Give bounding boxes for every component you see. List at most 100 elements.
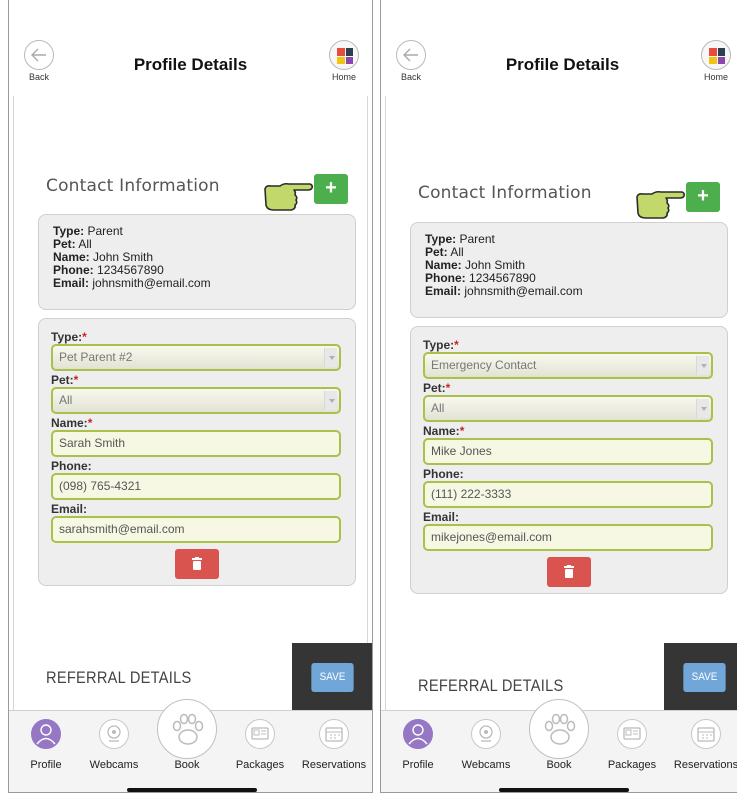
save-button[interactable]: SAVE: [683, 663, 726, 692]
profile-content: Contact Information + Type: Parent Pet: …: [385, 96, 737, 710]
new-contact-form: Type:* Pet Parent #2 Pet:* All Name:* Sa…: [38, 318, 356, 586]
tab-profile[interactable]: Profile: [11, 719, 81, 771]
id-card-icon: [245, 719, 275, 749]
home-button[interactable]: Home: [698, 40, 734, 82]
person-icon: [31, 719, 61, 749]
type-select[interactable]: Pet Parent #2: [51, 344, 341, 371]
pet-field-label: Pet:*: [423, 381, 451, 395]
paw-icon[interactable]: [529, 699, 589, 759]
phone-input[interactable]: (098) 765-4321: [51, 473, 341, 500]
paw-icon[interactable]: [157, 699, 217, 759]
new-contact-form: Type:* Emergency Contact Pet:* All Name:…: [410, 326, 728, 594]
app-logo-icon: [329, 40, 359, 70]
pointing-hand-icon: [636, 190, 686, 219]
summary-name-label: Name:: [53, 250, 90, 264]
required-mark: *: [82, 330, 87, 344]
save-bar: SAVE: [664, 643, 737, 710]
tab-label: Book: [546, 759, 572, 771]
add-contact-button[interactable]: +: [314, 174, 348, 204]
name-input[interactable]: Mike Jones: [423, 438, 713, 465]
add-contact-button[interactable]: +: [686, 182, 720, 212]
id-card-icon: [617, 719, 647, 749]
existing-contact-card: Type: Parent Pet: All Name: John Smith P…: [38, 214, 356, 310]
existing-contact-card: Type: Parent Pet: All Name: John Smith P…: [410, 222, 728, 318]
summary-name-label: Name:: [425, 258, 462, 272]
email-input[interactable]: mikejones@email.com: [423, 524, 713, 551]
tab-webcams[interactable]: Webcams: [79, 719, 149, 771]
pointing-hand-icon: [264, 182, 314, 211]
required-mark: *: [445, 381, 451, 395]
contact-information-title: Contact Information: [418, 183, 592, 203]
summary-phone-value: 1234567890: [469, 271, 536, 285]
webcam-icon: [471, 719, 501, 749]
summary-phone-value: 1234567890: [97, 263, 164, 277]
required-mark: *: [73, 373, 79, 387]
chevron-down-icon: [696, 399, 709, 418]
pet-select[interactable]: All: [423, 395, 713, 422]
phone-screen-emergency-contact: Back Profile Details Home Contact Inform…: [380, 0, 737, 793]
required-mark: *: [454, 338, 459, 352]
tab-label: Profile: [30, 759, 62, 771]
tab-webcams[interactable]: Webcams: [451, 719, 521, 771]
type-field-label: Type:*: [51, 330, 87, 344]
delete-contact-button[interactable]: [175, 549, 219, 579]
phone-input[interactable]: (111) 222-3333: [423, 481, 713, 508]
tab-reservations[interactable]: Reservations: [299, 719, 369, 771]
summary-pet-label: Pet:: [53, 237, 76, 251]
tab-label: Reservations: [673, 759, 737, 771]
home-button[interactable]: Home: [326, 40, 362, 82]
save-bar: SAVE: [292, 643, 372, 710]
page-title: Profile Details: [133, 55, 248, 74]
person-icon: [403, 719, 433, 749]
trash-icon: [192, 557, 202, 570]
summary-email-value: johnsmith@email.com: [92, 276, 211, 290]
summary-pet-value: All: [78, 237, 92, 251]
required-mark: *: [87, 416, 93, 430]
delete-contact-button[interactable]: [547, 557, 591, 587]
email-field-label: Email:: [423, 510, 460, 524]
summary-email-value: johnsmith@email.com: [464, 284, 583, 298]
trash-icon: [564, 565, 574, 578]
chevron-down-icon: [696, 356, 709, 375]
summary-email-label: Email:: [425, 284, 462, 298]
type-select[interactable]: Emergency Contact: [423, 352, 713, 379]
summary-type-value: Parent: [459, 232, 495, 246]
phone-field-label: Phone:: [51, 459, 92, 473]
save-button[interactable]: SAVE: [311, 663, 354, 692]
home-indicator: [127, 788, 257, 792]
home-label: Home: [703, 72, 728, 82]
referral-details-title: REFERRAL DETAILS: [418, 676, 564, 695]
tab-label: Packages: [607, 759, 657, 771]
referral-details-title: REFERRAL DETAILS: [46, 668, 192, 687]
tab-profile[interactable]: Profile: [383, 719, 453, 771]
bottom-tab-bar: Profile Webcams Book Packages Reservatio…: [381, 699, 737, 792]
summary-phone-label: Phone:: [53, 263, 94, 277]
tab-packages[interactable]: Packages: [597, 719, 667, 771]
profile-content: Contact Information + Type: Parent Pet: …: [13, 96, 368, 710]
chevron-down-icon: [324, 348, 337, 367]
tab-packages[interactable]: Packages: [225, 719, 295, 771]
bottom-tab-bar: Profile Webcams Book Packages Reservatio…: [9, 699, 372, 792]
tab-label: Webcams: [461, 759, 511, 771]
tab-reservations[interactable]: Reservations: [671, 719, 737, 771]
name-input[interactable]: Sarah Smith: [51, 430, 341, 457]
home-label: Home: [331, 72, 356, 82]
phone-field-label: Phone:: [423, 467, 464, 481]
email-input[interactable]: sarahsmith@email.com: [51, 516, 341, 543]
tab-label: Packages: [235, 759, 285, 771]
pet-select[interactable]: All: [51, 387, 341, 414]
type-field-label: Type:*: [423, 338, 459, 352]
name-field-label: Name:*: [51, 416, 93, 430]
app-logo-icon: [701, 40, 731, 70]
required-mark: *: [459, 424, 465, 438]
home-indicator: [499, 788, 629, 792]
top-bar: Back Profile Details Home: [9, 0, 372, 96]
phone-screen-pet-parent: Back Profile Details Home Contact Inform…: [8, 0, 373, 793]
tab-label: Webcams: [89, 759, 139, 771]
top-bar: Back Profile Details Home: [381, 0, 737, 96]
summary-pet-value: All: [450, 245, 464, 259]
tab-label: Profile: [402, 759, 434, 771]
summary-phone-label: Phone:: [425, 271, 466, 285]
page-title: Profile Details: [505, 55, 620, 74]
tab-label: Book: [174, 759, 200, 771]
